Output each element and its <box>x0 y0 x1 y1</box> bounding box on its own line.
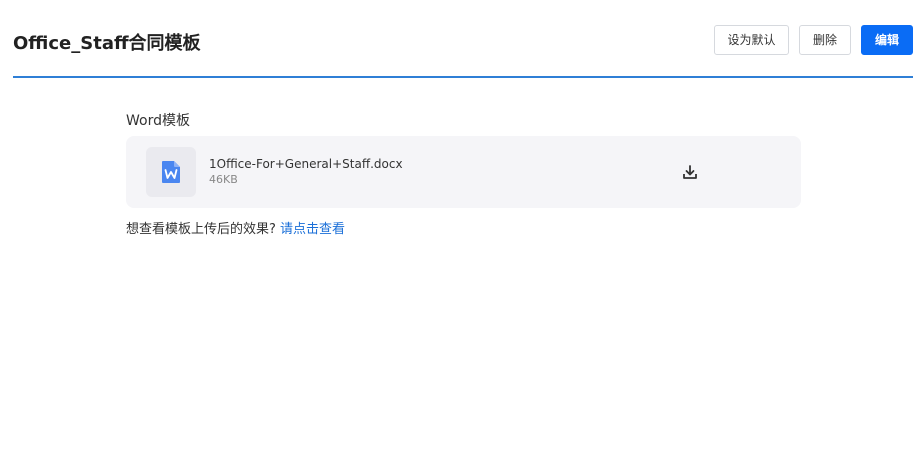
download-icon[interactable] <box>682 164 698 180</box>
delete-button[interactable]: 删除 <box>799 25 851 55</box>
file-name: 1Office-For+General+Staff.docx <box>209 157 403 171</box>
edit-button[interactable]: 编辑 <box>861 25 913 55</box>
preview-hint: 想查看模板上传后的效果? 请点击查看 <box>126 218 345 237</box>
preview-link[interactable]: 请点击查看 <box>280 222 345 237</box>
page-header: Office_Staff合同模板 设为默认 删除 编辑 <box>13 0 913 78</box>
file-card: 1Office-For+General+Staff.docx 46KB <box>126 136 801 208</box>
set-default-button[interactable]: 设为默认 <box>714 25 789 55</box>
word-file-icon <box>146 147 196 197</box>
file-size: 46KB <box>209 173 238 186</box>
section-label: Word模板 <box>126 113 190 129</box>
preview-hint-text: 想查看模板上传后的效果? <box>126 222 276 237</box>
page-title: Office_Staff合同模板 <box>13 33 201 54</box>
